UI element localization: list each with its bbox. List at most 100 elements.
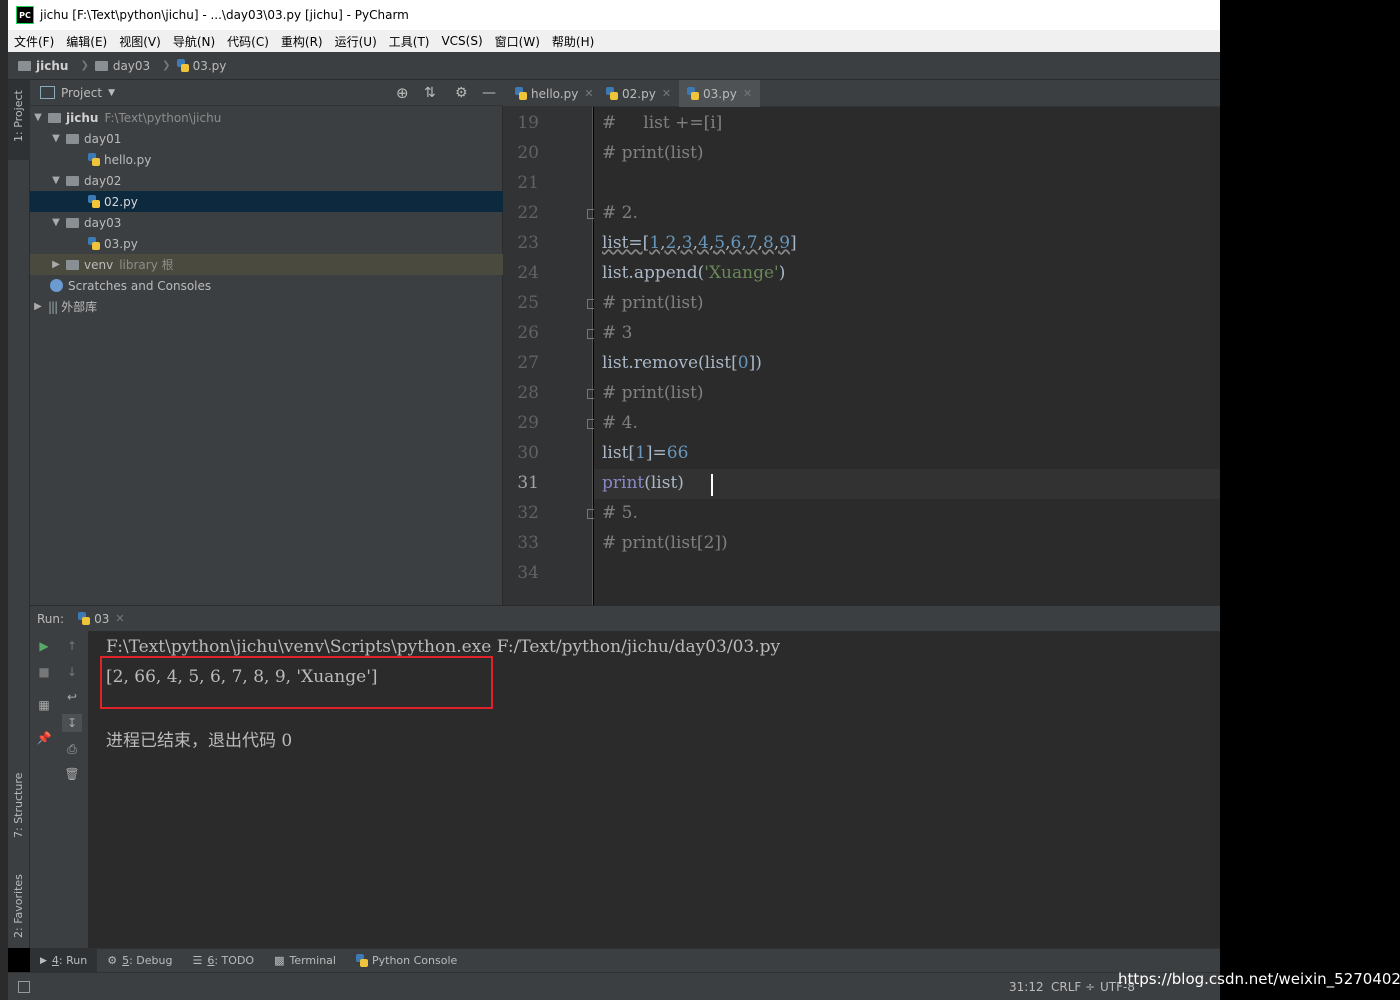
tree-item-hello-py[interactable]: hello.py <box>30 149 561 170</box>
tab-debug[interactable]: ⚙ 5: Debug <box>97 949 182 973</box>
code-editor[interactable]: # list +=[i] # print(list) # 2. list=[1,… <box>594 107 1220 605</box>
caret-position[interactable]: 31:12 <box>1009 980 1044 994</box>
breadcrumb-item-file[interactable]: 03.py <box>176 59 226 73</box>
tree-item-day01[interactable]: ▼ day01 <box>30 128 523 149</box>
menu-window[interactable]: 窗口(W) <box>495 33 540 50</box>
status-bar: 31:12 CRLF ÷ UTF-8 <box>8 972 1220 1000</box>
line-number: 19 <box>517 113 539 133</box>
tab-todo[interactable]: ☰ 6: TODO <box>182 949 264 973</box>
tab-run[interactable]: ▶ 4: Run <box>30 948 98 973</box>
line-separator[interactable]: CRLF ÷ <box>1051 980 1095 994</box>
menu-vcs[interactable]: VCS(S) <box>441 34 482 48</box>
expand-arrow-icon[interactable]: ▼ <box>50 133 62 144</box>
menu-code[interactable]: 代码(C) <box>227 33 269 50</box>
code-line: # print(list) <box>602 143 704 163</box>
expand-arrow-icon[interactable]: ▼ <box>50 217 62 228</box>
tab-python-console[interactable]: Python Console <box>346 949 467 973</box>
rerun-icon[interactable]: ▶ <box>36 639 52 653</box>
library-icon: ||| <box>48 299 58 314</box>
run-config-tab[interactable]: 03 ✕ <box>78 612 125 626</box>
menu-run[interactable]: 运行(U) <box>335 33 377 50</box>
folder-icon <box>66 217 79 228</box>
breadcrumb-item-day03[interactable]: day03 <box>94 59 150 73</box>
folder-icon <box>18 60 31 71</box>
tab-03-py[interactable]: 03.py ✕ <box>679 80 761 110</box>
tree-item-external-libs[interactable]: ▶ ||| 外部库 <box>30 296 505 317</box>
python-file-icon <box>78 612 91 625</box>
editor-gutter: 19 20 21 22 23 24 25 26 27 28 29 30 31 3… <box>503 107 597 605</box>
menu-view[interactable]: 视图(V) <box>119 33 161 50</box>
tree-item-venv[interactable]: ▶ venv library 根 <box>30 254 523 275</box>
tree-item-day03[interactable]: ▼ day03 <box>30 212 523 233</box>
python-console-icon <box>355 954 368 967</box>
list-icon: ☰ <box>192 954 203 967</box>
tree-item-label: day02 <box>84 173 122 188</box>
breadcrumb-item-jichu[interactable]: jichu <box>18 59 68 73</box>
python-file-icon <box>88 237 100 250</box>
tree-item-day02[interactable]: ▼ day02 <box>30 170 523 191</box>
menu-edit[interactable]: 编辑(E) <box>66 33 107 50</box>
tree-item-label: day01 <box>84 131 122 146</box>
tab-02-py[interactable]: 02.py ✕ <box>598 80 679 107</box>
tree-item-02-py[interactable]: 02.py <box>30 191 561 212</box>
run-panel-title: Run: <box>37 611 65 626</box>
line-number: 23 <box>517 233 539 253</box>
minimize-icon[interactable]: — <box>482 85 496 101</box>
line-number: 22 <box>517 203 539 223</box>
expand-arrow-icon[interactable]: ▼ <box>50 175 62 186</box>
menu-navigate[interactable]: 导航(N) <box>173 33 215 50</box>
close-icon[interactable]: ✕ <box>743 87 752 100</box>
gear-icon[interactable]: ⚙ <box>455 85 468 101</box>
close-icon[interactable]: ✕ <box>662 87 671 100</box>
tab-favorites[interactable]: 2: Favorites <box>8 860 30 940</box>
tab-hello-py[interactable]: hello.py ✕ <box>507 80 602 107</box>
play-icon: ▶ <box>40 955 47 966</box>
locate-icon[interactable]: ⊕ <box>396 84 409 102</box>
menu-tools[interactable]: 工具(T) <box>389 33 430 50</box>
pin-icon[interactable]: 📌 <box>36 731 52 745</box>
folder-icon <box>66 133 79 144</box>
arrow-down-icon[interactable]: ↓ <box>64 665 80 679</box>
arrow-up-icon[interactable]: ↑ <box>64 639 80 653</box>
print-icon[interactable]: ⎙ <box>64 742 80 756</box>
run-toolbar: ▶ ↑ ■ ↓ ↩ ▦ ↧ 📌 ⎙ 🗑 <box>30 631 88 948</box>
tab-terminal[interactable]: ▩ Terminal <box>264 949 346 973</box>
code-line: # print(list[2]) <box>602 533 728 553</box>
soft-wrap-icon[interactable]: ↩ <box>64 690 80 704</box>
collapse-all-icon[interactable]: ⇅ <box>424 85 436 101</box>
close-icon[interactable]: ✕ <box>584 87 593 100</box>
scroll-to-end-icon[interactable]: ↧ <box>62 714 82 732</box>
tab-structure[interactable]: 7: Structure <box>8 760 30 840</box>
collapse-arrow-icon[interactable]: ▶ <box>50 259 62 270</box>
chevron-down-icon[interactable]: ▼ <box>108 88 115 98</box>
tab-label: 02.py <box>622 86 656 101</box>
tree-item-label: hello.py <box>104 152 152 167</box>
line-number: 27 <box>517 353 539 373</box>
tab-shortcut: 4 <box>51 954 59 967</box>
trash-icon[interactable]: 🗑 <box>64 767 80 781</box>
code-line: # 5. <box>602 503 638 523</box>
project-view-selector[interactable]: Project <box>61 86 102 100</box>
chevron-right-icon: ❯ <box>80 60 89 71</box>
menu-help[interactable]: 帮助(H) <box>552 33 594 50</box>
tab-project[interactable]: 1: Project <box>8 80 30 160</box>
menu-refactor[interactable]: 重构(R) <box>281 33 323 50</box>
collapse-arrow-icon[interactable]: ▶ <box>32 301 44 312</box>
annotation-highlight-box <box>100 656 493 709</box>
tree-item-scratches[interactable]: Scratches and Consoles <box>30 275 523 296</box>
tree-item-label: 02.py <box>104 194 138 209</box>
left-tool-strip: 1: Project 7: Structure 2: Favorites <box>8 80 30 948</box>
code-line: list.append('Xuange') <box>602 263 786 283</box>
tree-item-03-py[interactable]: 03.py <box>30 233 561 254</box>
scratches-icon <box>50 279 63 292</box>
tree-item-jichu[interactable]: ▼ jichu F:\Text\python\jichu <box>30 107 505 128</box>
toggle-tool-windows-icon[interactable] <box>18 980 30 993</box>
code-line-current: print(list) <box>602 473 684 493</box>
console-line-command: F:\Text\python\jichu\venv\Scripts\python… <box>106 637 781 657</box>
folder-icon <box>66 259 79 270</box>
expand-arrow-icon[interactable]: ▼ <box>32 112 44 123</box>
layout-icon[interactable]: ▦ <box>36 698 52 712</box>
close-icon[interactable]: ✕ <box>115 612 124 625</box>
menu-file[interactable]: 文件(F) <box>14 33 54 50</box>
stop-icon[interactable]: ■ <box>36 665 52 679</box>
